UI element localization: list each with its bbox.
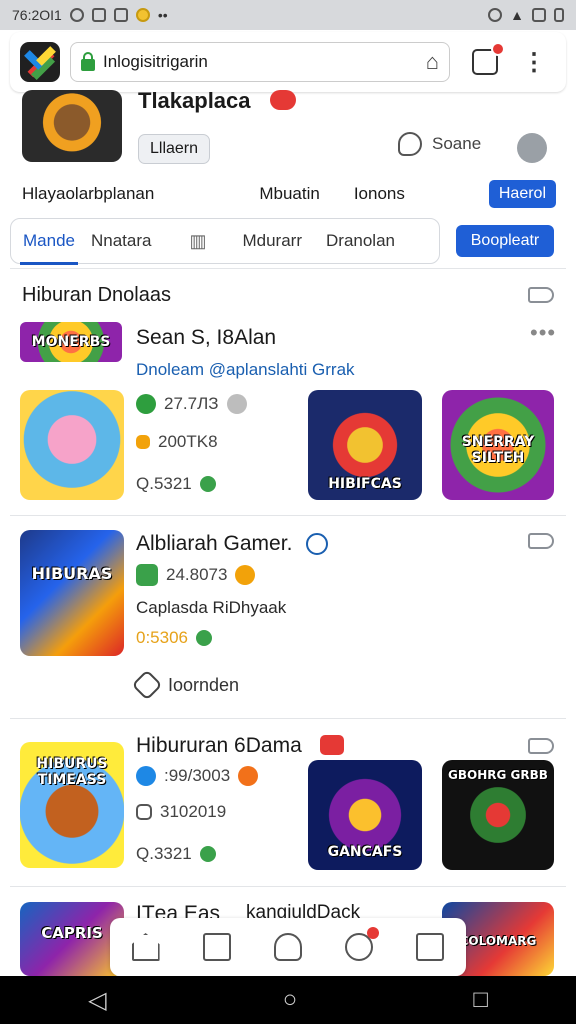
header-chip[interactable]: Lllaern	[138, 134, 210, 164]
game-thumbnail[interactable]	[20, 390, 124, 500]
check-icon	[136, 394, 156, 414]
divider	[10, 515, 566, 516]
info-icon	[226, 394, 247, 414]
settings-icon[interactable]	[517, 133, 547, 163]
stat-rating: 24.8073	[136, 564, 256, 586]
profile-icon[interactable]	[273, 933, 302, 961]
game-thumbnail[interactable]: HIBIFCAS	[308, 390, 422, 500]
divider	[10, 886, 566, 887]
tab-bar: Mande Nnatara ▥ Mdurarr Dranolan	[10, 218, 440, 265]
rating-icon	[136, 564, 158, 586]
app-notification-icon	[91, 8, 106, 22]
stat-downloads: 200TK8	[136, 432, 218, 452]
stat-rating: 27.7ЛЗ	[136, 394, 247, 414]
tag-icon[interactable]	[528, 287, 554, 303]
leaf-icon	[199, 846, 216, 862]
nav-item[interactable]: Ionons	[354, 184, 405, 204]
chart-icon[interactable]: ▥	[189, 231, 206, 252]
search-label: Soane	[432, 134, 482, 153]
stat-rating: :99/3003	[136, 766, 259, 786]
section-title: Hiburan Dnolaas	[22, 284, 171, 306]
notification-icon	[69, 8, 84, 22]
status-bar: 76:2ОІ1 •• ▲	[0, 0, 576, 30]
nav-item[interactable]: Mbuatin	[259, 184, 319, 204]
tag-icon[interactable]	[528, 738, 554, 754]
clock: 76:2ОІ1	[12, 7, 62, 23]
back-icon[interactable]: ◁	[88, 986, 106, 1015]
page-title: Tlakaplaca	[138, 88, 251, 113]
search-link[interactable]: Soane	[398, 132, 481, 156]
home-icon[interactable]	[131, 933, 160, 961]
game-title[interactable]: Hibururan 6Dama	[136, 734, 302, 758]
hot-badge	[320, 735, 344, 755]
game-title[interactable]: Albliarah Gamer.	[136, 532, 292, 556]
recommend-button[interactable]: Ioornden	[131, 669, 239, 701]
location-icon	[488, 8, 503, 22]
signal-icon: ▲	[510, 7, 524, 23]
leaf-icon	[196, 630, 212, 646]
stat-downloads: 3102019	[136, 802, 226, 822]
library-icon[interactable]	[416, 933, 445, 961]
category-nav: Hlayaolarbplanan Mbuatin Ionons Haerol	[22, 178, 556, 210]
app-notification-icon	[135, 8, 150, 22]
bookmark-icon[interactable]: ⌂	[426, 49, 439, 75]
nav-button[interactable]: Haerol	[488, 180, 556, 208]
app-notification-icon	[113, 8, 128, 22]
game-logo[interactable]: MONERBS	[20, 322, 122, 362]
more-notifications-icon: ••	[157, 7, 168, 23]
menu-icon[interactable]: ⋮	[522, 48, 546, 77]
rating-icon	[136, 766, 156, 786]
lock-icon	[81, 51, 95, 71]
game-thumbnail[interactable]: HIBURAS	[20, 530, 124, 656]
more-options-icon[interactable]: •••	[530, 320, 556, 346]
game-thumbnail[interactable]: CAPRIS	[20, 902, 124, 976]
download-icon	[136, 435, 150, 449]
address-bar[interactable]: Inlogisitrigarin ⌂	[70, 42, 450, 82]
app-logo[interactable]	[20, 42, 60, 82]
divider	[10, 718, 566, 719]
search-icon	[398, 132, 422, 156]
primary-button[interactable]: Boopleatr	[456, 225, 554, 257]
game-subtitle[interactable]: Dnoleam @aplanslahti Grrak	[136, 360, 355, 380]
stat-size: Q.3321	[136, 844, 216, 864]
system-navigation-bar: ◁ ○ □	[0, 976, 576, 1024]
battery-icon	[554, 8, 564, 22]
badge-icon	[238, 766, 259, 786]
header-game-image[interactable]	[22, 90, 122, 162]
header-badge	[270, 90, 296, 110]
bottom-navigation	[110, 918, 466, 976]
tab-dranolan[interactable]: Dranolan	[326, 231, 395, 251]
stat-size: 0:5306	[136, 628, 212, 648]
badge-icon	[235, 565, 256, 585]
tab-mande[interactable]: Mande	[20, 231, 78, 265]
game-title[interactable]: Sean S, I8Alan	[136, 326, 276, 350]
chat-icon[interactable]	[345, 927, 380, 961]
tag-icon[interactable]	[528, 533, 554, 549]
recents-icon[interactable]: □	[473, 986, 488, 1014]
home-button-icon[interactable]: ○	[283, 986, 298, 1014]
tab-mdurarr[interactable]: Mdurarr	[242, 231, 302, 251]
browser-toolbar: Inlogisitrigarin ⌂ ⋮	[10, 32, 566, 92]
divider	[10, 268, 566, 269]
nav-item[interactable]: Hlayaolarbplanan	[22, 184, 154, 204]
game-subtitle[interactable]: Caplasda RiDhyaak	[136, 598, 286, 618]
stat-size: Q.5321	[136, 474, 216, 494]
tab-nnatara[interactable]: Nnatara	[91, 231, 151, 251]
chat-badge	[367, 927, 380, 939]
heart-icon	[131, 669, 163, 701]
grid-icon[interactable]	[202, 933, 231, 961]
tabs-badge	[491, 42, 505, 56]
game-thumbnail[interactable]: GANCAFS	[308, 760, 422, 870]
game-thumbnail[interactable]: GBOHRG GRBB	[442, 760, 554, 870]
verified-icon	[306, 533, 328, 555]
game-thumbnail[interactable]: SNERRAY SILTEH	[442, 390, 554, 500]
url-text: Inlogisitrigarin	[103, 52, 208, 71]
game-thumbnail[interactable]: HIBURUS TIMEASS	[20, 742, 124, 868]
tabs-button[interactable]	[472, 42, 505, 75]
wifi-icon	[532, 8, 546, 22]
share-icon	[136, 804, 152, 820]
leaf-icon	[199, 476, 216, 492]
